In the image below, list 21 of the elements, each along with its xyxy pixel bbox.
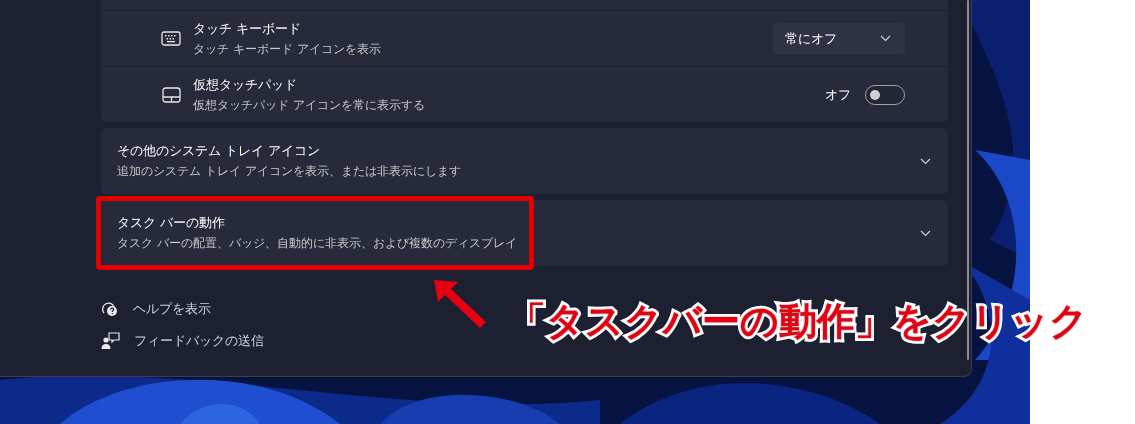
help-icon	[101, 300, 119, 318]
setting-title: 仮想タッチパッド	[193, 75, 298, 94]
setting-description: タスク バーの配置、バッジ、自動的に非表示、および複数のディスプレイ	[117, 235, 517, 252]
touchpad-icon	[161, 86, 181, 103]
scrollbar[interactable]	[967, 0, 969, 360]
dropdown[interactable]: 常にオフ	[773, 23, 905, 54]
toggle-switch[interactable]	[865, 84, 905, 105]
setting-description: 仮想タッチパッド アイコンを常に表示する	[193, 96, 426, 114]
help-link[interactable]: フィードバックの送信	[134, 332, 264, 350]
setting-description: 追加のシステム トレイ アイコンを表示、または非表示にします	[117, 163, 461, 180]
expander-card[interactable]: その他のシステム トレイ アイコン 追加のシステム トレイ アイコンを表示、または非表示にします	[101, 128, 948, 194]
chevron-down-icon	[880, 35, 891, 42]
setting-title: その他のシステム トレイ アイコン	[117, 142, 322, 160]
help-link[interactable]: ヘルプを表示	[133, 300, 211, 318]
toggle-state-label: オフ	[825, 85, 851, 104]
setting-description: タッチ キーボード アイコンを表示	[193, 40, 382, 58]
setting-title: タスク バーの動作	[117, 214, 227, 232]
setting-title: タッチ キーボード	[193, 19, 303, 38]
feedback-icon	[101, 332, 120, 350]
expander-card[interactable]: タスク バーの動作 タスク バーの配置、バッジ、自動的に非表示、および複数のディスプレイ	[101, 200, 948, 266]
keyboard-icon	[161, 31, 181, 46]
